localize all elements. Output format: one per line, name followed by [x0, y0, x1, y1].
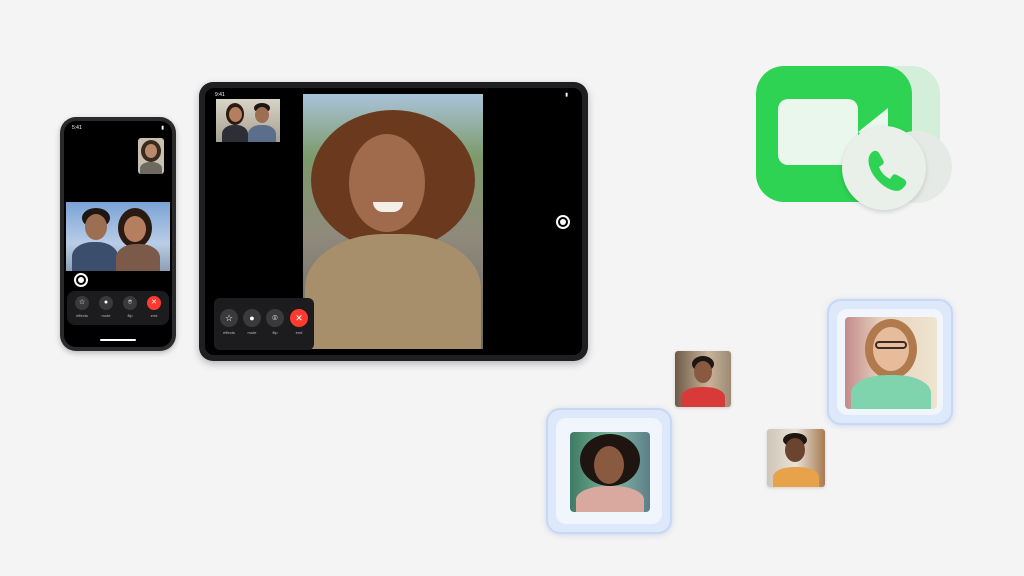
- iphone-device: 5:41 ▮ ☆ ● ⌾ ✕ effects mute flip end: [60, 117, 176, 351]
- iphone-screen: 5:41 ▮ ☆ ● ⌾ ✕ effects mute flip end: [64, 121, 172, 347]
- home-indicator: [100, 339, 136, 341]
- iphone-status-time: 5:41: [72, 125, 82, 131]
- participant-video-man[interactable]: [767, 429, 825, 487]
- self-view-thumbnail[interactable]: [138, 138, 164, 174]
- main-video-feed: [303, 94, 483, 349]
- flip-label: flip: [127, 313, 133, 318]
- camera-icon: ⌾: [272, 313, 278, 323]
- end-label: end: [295, 330, 303, 335]
- participant-tile-frame[interactable]: [827, 299, 953, 425]
- effects-button[interactable]: ☆: [75, 296, 89, 310]
- effects-label: effects: [76, 313, 88, 318]
- camera-icon: ⌾: [127, 299, 133, 306]
- star-icon: ☆: [224, 313, 234, 323]
- participant-tile-frame[interactable]: [546, 408, 672, 534]
- phone-handset-icon: [868, 150, 907, 191]
- battery-icon: ▮: [565, 92, 568, 98]
- end-call-button[interactable]: ✕: [290, 309, 308, 327]
- star-icon: ☆: [78, 299, 86, 306]
- shutter-button[interactable]: [74, 273, 88, 287]
- ipad-status-time: 9:41: [215, 92, 225, 98]
- participant-video-boy[interactable]: [675, 351, 731, 407]
- mic-icon: ●: [103, 299, 109, 306]
- end-call-button[interactable]: ✕: [147, 296, 161, 310]
- mute-button[interactable]: ●: [243, 309, 261, 327]
- ipad-screen: 9:41 ▮ ☆ ● ⌾ ✕ effects mute flip end: [205, 88, 582, 355]
- close-icon: ✕: [295, 313, 303, 323]
- iphone-call-controls: ☆ ● ⌾ ✕ effects mute flip end: [67, 291, 169, 325]
- flip-button[interactable]: ⌾: [266, 309, 284, 327]
- effects-button[interactable]: ☆: [220, 309, 238, 327]
- mute-label: mute: [101, 313, 111, 318]
- end-label: end: [150, 313, 158, 318]
- flip-button[interactable]: ⌾: [123, 296, 137, 310]
- ipad-device: 9:41 ▮ ☆ ● ⌾ ✕ effects mute flip end: [199, 82, 588, 361]
- mic-icon: ●: [249, 313, 255, 323]
- battery-icon: ▮: [161, 125, 164, 131]
- self-view-thumbnail[interactable]: [216, 99, 280, 142]
- close-icon: ✕: [151, 299, 157, 306]
- shutter-button[interactable]: [556, 215, 570, 229]
- main-video-feed: [66, 202, 170, 271]
- participant-video-woman-curly: [570, 432, 650, 512]
- mute-button[interactable]: ●: [99, 296, 113, 310]
- ipad-call-controls: ☆ ● ⌾ ✕ effects mute flip end: [214, 298, 314, 350]
- phone-badge: [842, 126, 926, 210]
- participant-video-woman-glasses: [845, 317, 937, 409]
- flip-label: flip: [272, 330, 278, 335]
